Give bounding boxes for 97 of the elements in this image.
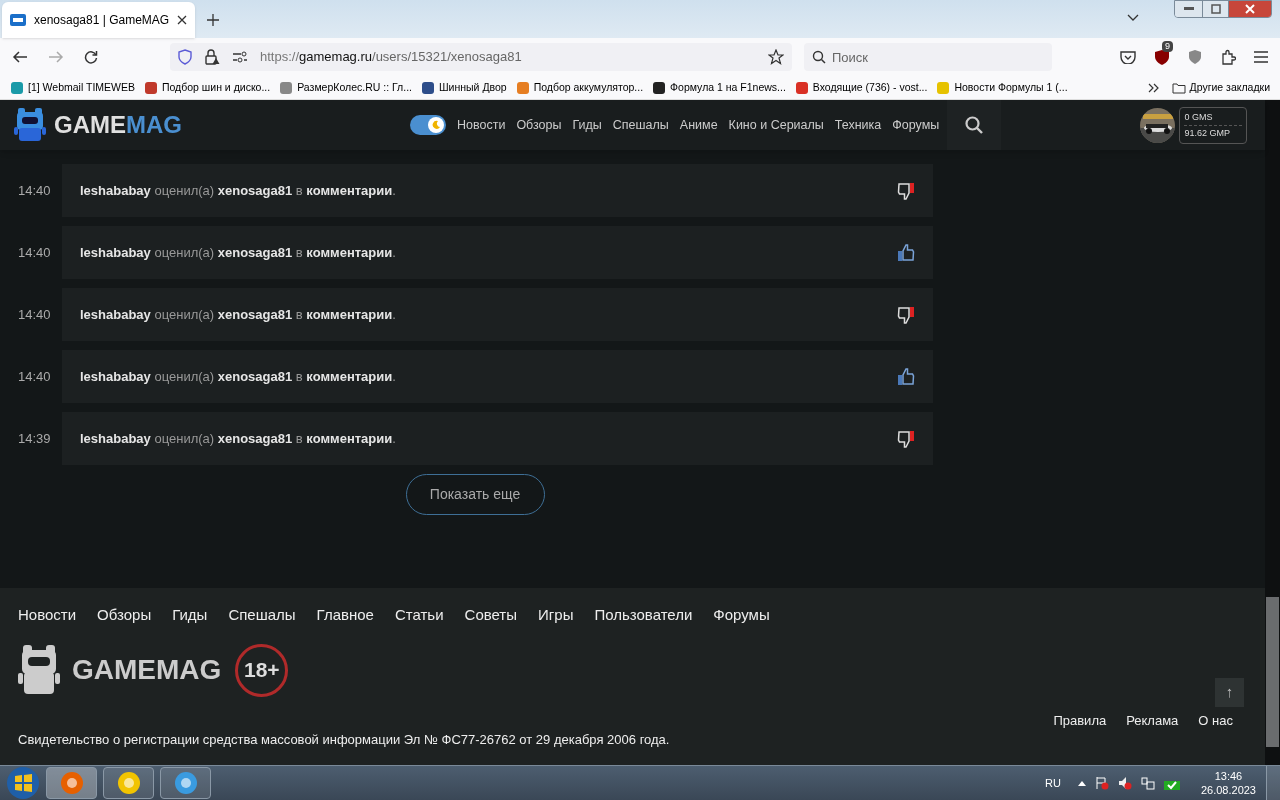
- wallet-balance: 0 GMS: [1184, 110, 1214, 124]
- thumbs-down-icon[interactable]: [897, 305, 915, 324]
- footer-link[interactable]: Правила: [1053, 710, 1107, 730]
- footer-link[interactable]: Спешалы: [228, 604, 296, 627]
- moon-icon: [428, 117, 444, 133]
- site-favicon: [10, 14, 26, 26]
- thumbs-up-icon[interactable]: [897, 367, 915, 386]
- url-text: https://gamemag.ru/users/15321/xenosaga81: [260, 48, 523, 67]
- start-button-icon[interactable]: [6, 766, 40, 800]
- star-icon[interactable]: [768, 49, 784, 65]
- footer-link[interactable]: Гиды: [172, 604, 208, 627]
- pocket-icon[interactable]: [1120, 50, 1136, 64]
- flag-icon[interactable]: [1094, 776, 1109, 790]
- bookmark-favicon-icon[interactable]: [652, 80, 667, 95]
- activity-text: leshababay оценил(а) xenosaga81 в комментарии.: [80, 243, 397, 262]
- wallet-balance: 91.62 GMP: [1184, 124, 1242, 141]
- bookmark-link[interactable]: Подбор аккумулятор...: [533, 79, 644, 96]
- clock-date[interactable]: 26.08.2023: [1200, 783, 1256, 797]
- tab-title: xenosaga81 | GameMAG: [34, 12, 170, 29]
- activity-time: 14:40: [17, 181, 52, 200]
- nav-link[interactable]: Техника: [834, 115, 882, 135]
- nav-link[interactable]: Кино и Сериалы: [728, 115, 824, 135]
- footer-logo-text: GAMEMAG: [72, 653, 222, 687]
- footer-link[interactable]: Советы: [464, 604, 518, 627]
- reload-icon[interactable]: [84, 50, 98, 64]
- thumbs-down-icon[interactable]: [897, 429, 915, 448]
- bookmark-link[interactable]: Подбор шин и диско...: [161, 79, 271, 96]
- bookmark-link[interactable]: Шинный Двор: [438, 79, 507, 96]
- activity-time: 14:40: [17, 243, 52, 262]
- address-bar[interactable]: https://gamemag.ru/users/15321/xenosaga81: [170, 43, 792, 71]
- shield-icon[interactable]: [1154, 48, 1170, 66]
- footer-link[interactable]: Обзоры: [97, 604, 152, 627]
- nav-link[interactable]: Аниме: [679, 115, 718, 135]
- registration-notice: Свидетельство о регистрации средства массовой информации Эл № ФС77-26762 от 29 декабря 2006 года.: [18, 731, 671, 749]
- bookmark-link[interactable]: [1] Webmail TIMEWEB: [28, 79, 135, 96]
- activity-text: leshababay оценил(а) xenosaga81 в комментарии.: [80, 367, 397, 386]
- close-icon[interactable]: [177, 15, 188, 25]
- folder-icon[interactable]: [1171, 81, 1186, 94]
- puzzle-icon[interactable]: [1220, 49, 1236, 65]
- back-icon[interactable]: [12, 50, 28, 64]
- maximize-icon[interactable]: [1202, 1, 1228, 17]
- footer-link[interactable]: Игры: [538, 604, 574, 627]
- scrollbar[interactable]: [1265, 100, 1280, 765]
- lock-icon: [204, 49, 220, 65]
- speaker-muted-icon[interactable]: [1117, 776, 1132, 790]
- chevrons-icon[interactable]: [1147, 82, 1160, 93]
- mascot-logo-icon: [18, 645, 60, 695]
- footer-link[interactable]: Пользователи: [594, 604, 693, 627]
- tab-list-icon[interactable]: [1127, 14, 1139, 22]
- footer-link[interactable]: Новости: [18, 604, 77, 627]
- footer-link[interactable]: Форумы: [713, 604, 770, 627]
- caret-icon[interactable]: [1077, 780, 1086, 786]
- activity-text: leshababay оценил(а) xenosaga81 в комментарии.: [80, 181, 397, 200]
- activity-time: 14:40: [17, 367, 52, 386]
- network-icon[interactable]: [1140, 776, 1155, 790]
- bookmark-link[interactable]: Формула 1 на F1news...: [670, 79, 786, 96]
- nav-link[interactable]: Спешалы: [612, 115, 669, 135]
- bookmark-link[interactable]: РазмерКолес.RU :: Гл...: [297, 79, 412, 96]
- thumbs-down-icon[interactable]: [897, 181, 915, 200]
- site-logo-text[interactable]: GAMEMAG: [54, 107, 182, 143]
- accounting-app-icon[interactable]: [103, 767, 154, 799]
- nav-link[interactable]: Обзоры: [516, 115, 562, 135]
- scroll-to-top-button[interactable]: ↑: [1215, 678, 1244, 707]
- activity-text: leshababay оценил(а) xenosaga81 в комментарии.: [80, 305, 397, 324]
- activity-time: 14:39: [17, 429, 52, 448]
- extension-badge: 9: [1162, 41, 1173, 52]
- bookmark-link[interactable]: Новости Формулы 1 (...: [954, 79, 1068, 96]
- footer-link[interactable]: Статьи: [394, 604, 444, 627]
- nav-link[interactable]: Форумы: [892, 115, 940, 135]
- mascot-logo-icon: [14, 108, 46, 142]
- clock-time[interactable]: 13:46: [1214, 769, 1243, 783]
- search-button[interactable]: [947, 100, 1002, 150]
- bookmark-link[interactable]: Входящие (736) - vost...: [812, 79, 928, 96]
- theme-toggle[interactable]: [410, 115, 446, 135]
- other-bookmarks-button[interactable]: Другие закладки: [1189, 79, 1270, 96]
- wallet-panel[interactable]: 0 GMS 91.62 GMP: [1179, 106, 1247, 144]
- calendar-app-icon[interactable]: [160, 767, 211, 799]
- minimize-icon[interactable]: [1175, 1, 1202, 17]
- nav-link[interactable]: Новости: [457, 115, 506, 135]
- search-icon: [965, 116, 984, 134]
- search-field[interactable]: Поиск: [804, 43, 1052, 71]
- bookmark-favicon-icon[interactable]: [420, 80, 435, 95]
- age-rating-badge: 18+: [235, 643, 289, 697]
- menu-icon[interactable]: [1254, 51, 1268, 63]
- shield-icon: [178, 49, 192, 65]
- nav-link[interactable]: Гиды: [572, 115, 602, 135]
- browser-tab[interactable]: xenosaga81 | GameMAG: [2, 2, 195, 38]
- footer-link[interactable]: Реклама: [1126, 710, 1179, 730]
- activity-time: 14:40: [17, 305, 52, 324]
- search-icon: [812, 50, 826, 64]
- activity-text: leshababay оценил(а) xenosaga81 в комментарии.: [80, 429, 397, 448]
- thumbs-up-icon[interactable]: [897, 243, 915, 262]
- footer-link[interactable]: О нас: [1198, 710, 1233, 730]
- footer-link[interactable]: Главное: [316, 604, 374, 627]
- new-tab-icon[interactable]: [207, 14, 219, 26]
- permissions-icon: [232, 51, 248, 63]
- language-indicator[interactable]: RU: [1045, 774, 1061, 792]
